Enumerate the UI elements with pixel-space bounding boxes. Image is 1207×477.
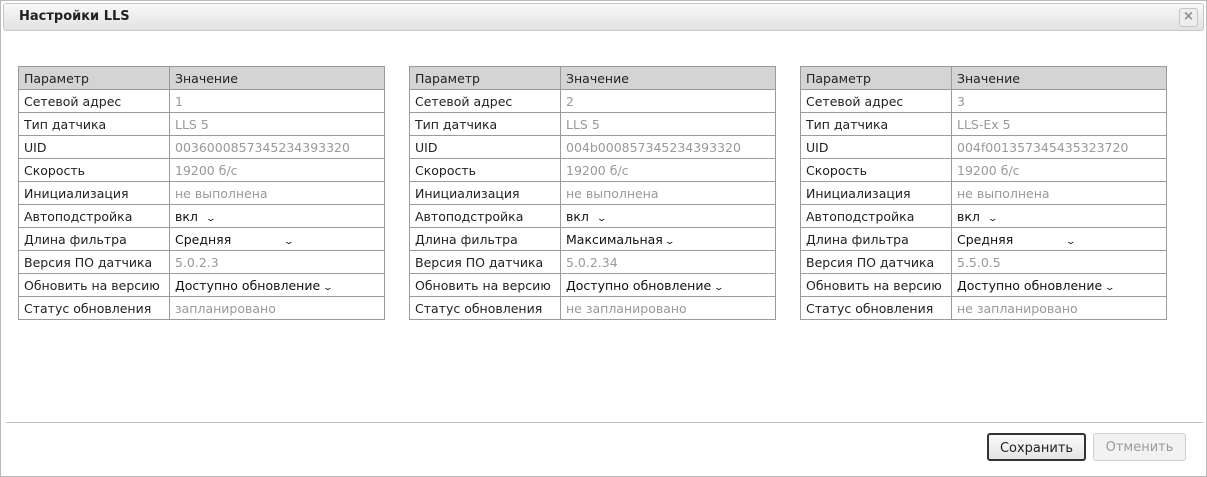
chevron-down-icon: ⌄ — [1065, 236, 1077, 247]
label-init: Инициализация — [409, 181, 561, 205]
label-update-to: Обновить на версию — [18, 273, 170, 297]
filter-value: Максимальная — [566, 231, 663, 247]
dialog-title: Настройки LLS — [19, 9, 130, 24]
value-update-status: запланировано — [169, 296, 385, 320]
value-type: LLS 5 — [169, 112, 385, 136]
label-autotune: Автоподстройка — [409, 204, 561, 228]
chevron-down-icon: ⌄ — [322, 282, 334, 293]
label-filter: Длина фильтра — [800, 227, 952, 251]
header-param: Параметр — [800, 66, 952, 90]
dialog-titlebar: Настройки LLS × — [3, 3, 1204, 31]
value-type: LLS-Ex 5 — [951, 112, 1167, 136]
label-init: Инициализация — [800, 181, 952, 205]
sensor-table-3: Параметр Значение Сетевой адрес 3 Тип датч… — [800, 66, 1167, 320]
label-type: Тип датчика — [800, 112, 952, 136]
label-update-status: Статус обновления — [800, 296, 952, 320]
label-filter: Длина фильтра — [18, 227, 170, 251]
update-version-select[interactable]: Доступно обновление ⌄ — [175, 277, 334, 293]
chevron-down-icon: ⌄ — [987, 213, 999, 224]
label-address: Сетевой адрес — [409, 89, 561, 113]
value-address: 3 — [951, 89, 1167, 113]
label-uid: UID — [409, 135, 561, 159]
lls-settings-dialog: Настройки LLS × Параметр Значение Сетевой… — [0, 0, 1207, 477]
value-fw: 5.0.2.34 — [560, 250, 776, 274]
autotune-value: вкл — [957, 208, 980, 224]
footer-divider — [6, 422, 1203, 423]
update-version-value: Доступно обновление — [566, 277, 712, 293]
value-speed: 19200 б/с — [951, 158, 1167, 182]
label-speed: Скорость — [800, 158, 952, 182]
save-button[interactable]: Сохранить — [987, 433, 1086, 461]
chevron-down-icon: ⌄ — [1104, 282, 1116, 293]
value-update-status: не запланировано — [560, 296, 776, 320]
value-init: не выполнена — [951, 181, 1167, 205]
update-version-value: Доступно обновление — [957, 277, 1103, 293]
filter-select[interactable]: Средняя ⌄ — [957, 231, 1077, 247]
label-uid: UID — [18, 135, 170, 159]
autotune-value: вкл — [175, 208, 198, 224]
label-address: Сетевой адрес — [18, 89, 170, 113]
header-value: Значение — [169, 66, 385, 90]
value-uid: 004b000857345234393320 — [560, 135, 776, 159]
close-icon[interactable]: × — [1179, 8, 1198, 27]
value-init: не выполнена — [560, 181, 776, 205]
sensor-table-1: Параметр Значение Сетевой адрес 1 Тип датч… — [18, 66, 385, 320]
label-autotune: Автоподстройка — [800, 204, 952, 228]
chevron-down-icon: ⌄ — [283, 236, 295, 247]
autotune-select[interactable]: вкл ⌄ — [175, 208, 217, 224]
autotune-select[interactable]: вкл ⌄ — [566, 208, 608, 224]
update-version-select[interactable]: Доступно обновление ⌄ — [566, 277, 725, 293]
label-type: Тип датчика — [409, 112, 561, 136]
value-address: 1 — [169, 89, 385, 113]
label-update-to: Обновить на версию — [800, 273, 952, 297]
label-filter: Длина фильтра — [409, 227, 561, 251]
header-value: Значение — [951, 66, 1167, 90]
filter-select[interactable]: Средняя ⌄ — [175, 231, 295, 247]
label-type: Тип датчика — [18, 112, 170, 136]
label-speed: Скорость — [409, 158, 561, 182]
autotune-value: вкл — [566, 208, 589, 224]
update-version-value: Доступно обновление — [175, 277, 321, 293]
update-version-select[interactable]: Доступно обновление ⌄ — [957, 277, 1116, 293]
value-speed: 19200 б/с — [169, 158, 385, 182]
cancel-button[interactable]: Отменить — [1093, 433, 1186, 461]
chevron-down-icon: ⌄ — [663, 236, 676, 247]
value-address: 2 — [560, 89, 776, 113]
filter-value: Средняя — [957, 231, 1014, 247]
label-update-to: Обновить на версию — [409, 273, 561, 297]
header-param: Параметр — [18, 66, 170, 90]
chevron-down-icon: ⌄ — [596, 213, 608, 224]
label-update-status: Статус обновления — [409, 296, 561, 320]
header-value: Значение — [560, 66, 776, 90]
label-update-status: Статус обновления — [18, 296, 170, 320]
value-uid: 0036000857345234393320 — [169, 135, 385, 159]
value-uid: 004f001357345435323720 — [951, 135, 1167, 159]
label-uid: UID — [800, 135, 952, 159]
filter-value: Средняя — [175, 231, 232, 247]
label-fw: Версия ПО датчика — [18, 250, 170, 274]
label-fw: Версия ПО датчика — [409, 250, 561, 274]
header-param: Параметр — [409, 66, 561, 90]
filter-select[interactable]: Максимальная⌄ — [566, 231, 676, 247]
label-fw: Версия ПО датчика — [800, 250, 952, 274]
value-init: не выполнена — [169, 181, 385, 205]
value-fw: 5.0.2.3 — [169, 250, 385, 274]
value-fw: 5.5.0.5 — [951, 250, 1167, 274]
chevron-down-icon: ⌄ — [713, 282, 725, 293]
sensor-table-2: Параметр Значение Сетевой адрес 2 Тип датч… — [409, 66, 776, 320]
value-update-status: не запланировано — [951, 296, 1167, 320]
label-address: Сетевой адрес — [800, 89, 952, 113]
chevron-down-icon: ⌄ — [205, 213, 217, 224]
label-init: Инициализация — [18, 181, 170, 205]
label-speed: Скорость — [18, 158, 170, 182]
autotune-select[interactable]: вкл ⌄ — [957, 208, 999, 224]
value-type: LLS 5 — [560, 112, 776, 136]
label-autotune: Автоподстройка — [18, 204, 170, 228]
value-speed: 19200 б/с — [560, 158, 776, 182]
